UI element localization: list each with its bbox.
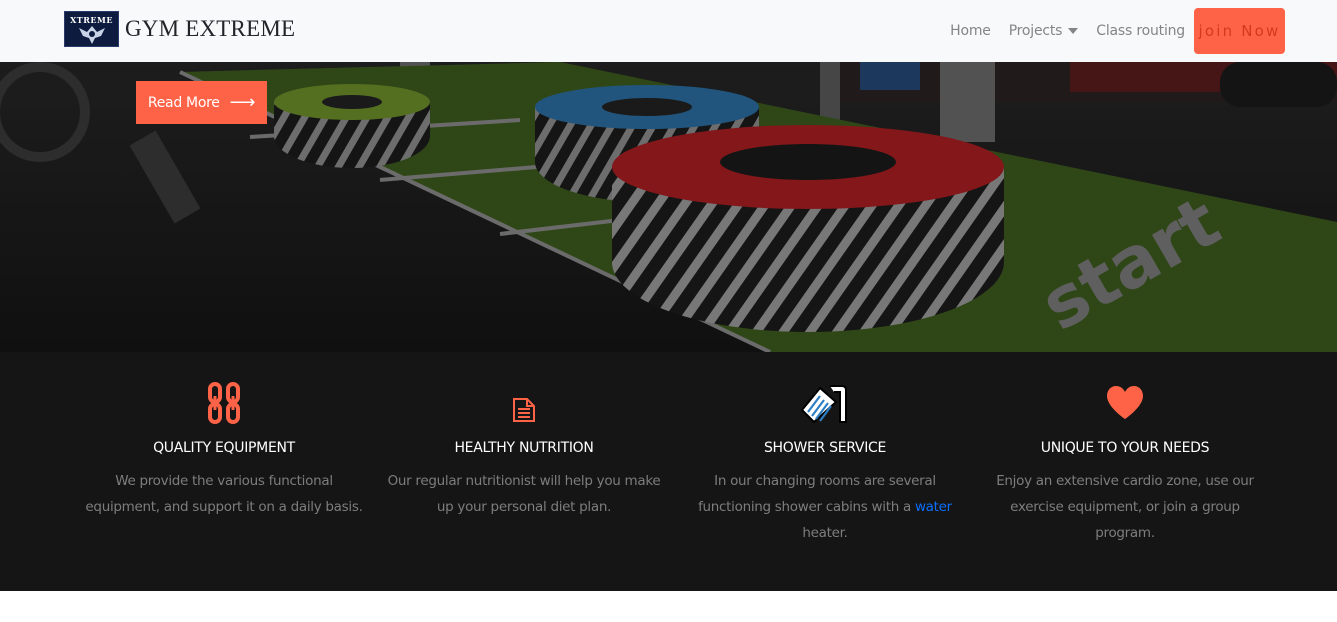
gym-logo-icon: XTREME bbox=[64, 11, 119, 47]
water-link[interactable]: water bbox=[915, 499, 952, 515]
join-now-button[interactable]: join Now bbox=[1194, 8, 1285, 54]
feature-healthy-nutrition: HEALTHY NUTRITION Our regular nutritioni… bbox=[374, 382, 674, 520]
brand[interactable]: XTREME GYM EXTREME bbox=[64, 11, 295, 47]
feature-description: Our regular nutritionist will help you m… bbox=[387, 473, 661, 515]
feature-description: In our changing rooms are several functi… bbox=[675, 468, 975, 546]
feature-description: We provide the various functional equipm… bbox=[85, 473, 363, 515]
read-more-button[interactable]: Read More ⟶ bbox=[136, 81, 267, 124]
feature-description: Enjoy an extensive cardio zone, use our … bbox=[996, 473, 1254, 541]
shower-icon bbox=[675, 382, 975, 424]
feature-description-text-end: heater. bbox=[802, 525, 848, 541]
features-section: QUALITY EQUIPMENT We provide the various… bbox=[0, 352, 1337, 591]
page-bottom-area bbox=[0, 591, 1337, 622]
heart-icon bbox=[975, 382, 1275, 424]
arrow-right-icon: ⟶ bbox=[229, 91, 256, 113]
nav-projects-dropdown[interactable]: Projects bbox=[1000, 23, 1088, 39]
feature-title: SHOWER SERVICE bbox=[763, 440, 887, 456]
feature-title: HEALTHY NUTRITION bbox=[454, 440, 594, 456]
hero-banner: start Read More ⟶ bbox=[0, 62, 1337, 352]
nav-projects-label: Projects bbox=[1008, 23, 1063, 39]
document-icon bbox=[374, 382, 674, 424]
chain-icon bbox=[74, 382, 374, 424]
nav-home-link[interactable]: Home bbox=[941, 23, 1000, 39]
navbar: XTREME GYM EXTREME Home Projects Class r… bbox=[0, 0, 1337, 62]
brand-name: GYM EXTREME bbox=[125, 16, 296, 41]
nav-menu: Home Projects Class routing join Now bbox=[941, 0, 1285, 62]
feature-description-text: In our changing rooms are several functi… bbox=[698, 473, 936, 515]
feature-unique-needs: UNIQUE TO YOUR NEEDS Enjoy an extensive … bbox=[975, 382, 1275, 546]
caret-down-icon bbox=[1068, 28, 1079, 34]
feature-quality-equipment: QUALITY EQUIPMENT We provide the various… bbox=[74, 382, 374, 520]
nav-class-routing-link[interactable]: Class routing bbox=[1087, 23, 1194, 39]
feature-title: QUALITY EQUIPMENT bbox=[153, 440, 295, 456]
feature-title: UNIQUE TO YOUR NEEDS bbox=[1040, 440, 1210, 456]
read-more-label: Read More bbox=[147, 94, 220, 111]
feature-shower-service: SHOWER SERVICE In our changing rooms are… bbox=[675, 382, 975, 546]
